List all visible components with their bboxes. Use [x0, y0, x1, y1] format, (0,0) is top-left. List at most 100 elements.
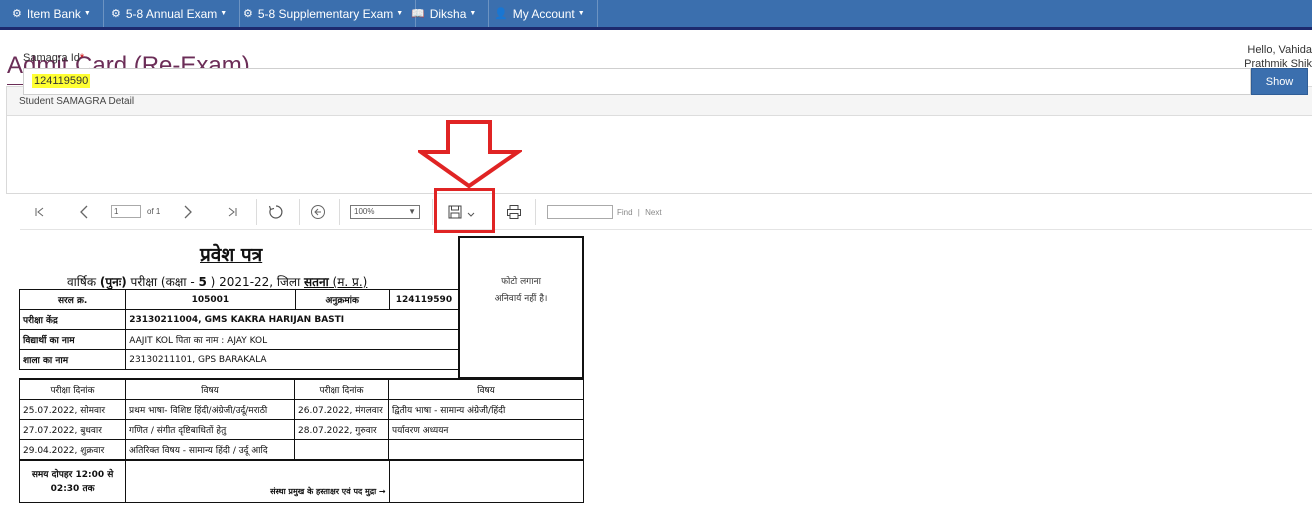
- zoom-select[interactable]: 100% ▼: [350, 205, 420, 219]
- toolbar-separator: [432, 199, 433, 225]
- page-number-input[interactable]: 1: [111, 205, 141, 218]
- exam-date: [294, 438, 389, 460]
- samagra-panel: Student SAMAGRA Detail: [6, 86, 1312, 194]
- hello-text: Hello, Vahida: [1247, 44, 1312, 56]
- table-row: परीक्षा दिनांक विषय परीक्षा दिनांक विषय: [19, 378, 584, 400]
- table-row: 25.07.2022, सोमवार प्रथम भाषा- विशिष्ट ह…: [19, 398, 584, 420]
- print-button[interactable]: [503, 194, 525, 230]
- samagra-id-value: 124119590: [32, 74, 91, 88]
- last-page-icon: [228, 207, 237, 217]
- toolbar-separator: [339, 199, 340, 225]
- subtitle-part: (म. प्र.): [328, 275, 368, 289]
- date-header: परीक्षा दिनांक: [294, 378, 389, 400]
- previous-page-button[interactable]: [74, 194, 94, 230]
- gear-icon: ⚙: [111, 8, 121, 20]
- find-separator: |: [637, 208, 640, 217]
- nav-item-my-account[interactable]: 👤 My Account ▼: [482, 0, 598, 27]
- nav-item-label: Diksha: [429, 6, 467, 21]
- toolbar-separator: [256, 199, 257, 225]
- date-header: परीक्षा दिनांक: [19, 378, 126, 400]
- gear-icon: ⚙: [12, 8, 22, 20]
- subject-header: विषय: [125, 378, 295, 400]
- find-controls: Find | Next: [617, 208, 662, 217]
- exam-subject: पर्यावरण अध्ययन: [388, 418, 584, 440]
- find-input[interactable]: [547, 205, 613, 219]
- subtitle-part: ) 2021-22, जिला: [206, 275, 304, 289]
- exam-date: 27.07.2022, बुधवार: [19, 418, 126, 440]
- toolbar-separator: [535, 199, 536, 225]
- nav-item-label: 5-8 Supplementary Exam: [257, 6, 394, 21]
- samagra-id-label-text: Samagra Id: [23, 52, 80, 64]
- table-row: विद्यार्थी का नाम AAJIT KOL पिता का नाम …: [18, 329, 459, 350]
- caret-down-icon: ▼: [469, 10, 477, 17]
- admit-card-details: सरल क्र. 105001 अनुक्रमांक 124119590 परी…: [18, 289, 460, 370]
- nav-item-label: 5-8 Annual Exam: [125, 6, 218, 21]
- school-value: 23130211101, GPS BARAKALA: [125, 349, 459, 370]
- nav-item-diksha[interactable]: 📖 Diksha ▼: [399, 0, 490, 27]
- next-page-button[interactable]: [178, 194, 198, 230]
- exam-footer-table: समय दोपहर 12:00 से 02:30 तक संस्था प्रमु…: [18, 460, 585, 503]
- student-label: विद्यार्थी का नाम: [18, 329, 127, 350]
- caret-down-icon: ▼: [408, 207, 416, 216]
- exam-subject: [388, 438, 584, 460]
- show-button[interactable]: Show: [1251, 68, 1308, 95]
- student-value: AAJIT KOL पिता का नाम : AJAY KOL: [125, 329, 459, 350]
- next-link[interactable]: Next: [645, 208, 661, 217]
- user-icon: 👤: [494, 8, 508, 20]
- table-row: 27.07.2022, बुधवार गणित / संगीत दृष्टिबा…: [19, 418, 584, 440]
- print-icon: [507, 205, 521, 219]
- back-button[interactable]: [307, 194, 329, 230]
- subtitle-part: 5: [198, 275, 207, 289]
- refresh-button[interactable]: [265, 194, 287, 230]
- page-count-text: of 1: [147, 207, 161, 216]
- subtitle-part: परीक्षा (कक्षा -: [126, 275, 199, 289]
- back-circle-icon: [311, 205, 325, 219]
- refresh-icon: [268, 205, 283, 219]
- table-row: शाला का नाम 23130211101, GPS BARAKALA: [18, 349, 459, 370]
- exam-schedule-table: परीक्षा दिनांक विषय परीक्षा दिनांक विषय …: [19, 378, 584, 460]
- nav-item-supplementary-exam[interactable]: ⚙ 5-8 Supplementary Exam ▼: [231, 0, 417, 27]
- exam-time: समय दोपहर 12:00 से 02:30 तक: [18, 460, 127, 503]
- signature-label: संस्था प्रमुख के हस्ताक्षर एवं पद मुद्रा…: [125, 460, 390, 503]
- user-greeting: Hello, Vahida Prathmik Shik: [1244, 43, 1312, 71]
- chevron-right-icon: [184, 205, 192, 219]
- serial-label: सरल क्र.: [18, 289, 127, 310]
- photo-box: फोटो लगाना अनिवार्य नहीं है।: [458, 236, 584, 379]
- top-navbar: ⚙ Item Bank ▼ ⚙ 5-8 Annual Exam ▼ ⚙ 5-8 …: [0, 0, 1312, 30]
- photo-note-line: अनिवार्य नहीं है।: [494, 294, 548, 304]
- red-arrow-annotation: [418, 120, 522, 189]
- exam-subject: प्रथम भाषा- विशिष्ट हिंदी/अंग्रेजी/उर्दू…: [125, 398, 295, 420]
- samagra-id-input[interactable]: 124119590: [23, 68, 1251, 95]
- serial-value: 105001: [125, 289, 296, 310]
- subject-header: विषय: [388, 378, 584, 400]
- admit-card-title: प्रवेश पत्र: [200, 244, 263, 266]
- first-page-icon: [35, 207, 44, 217]
- caret-down-icon: ▼: [83, 10, 91, 17]
- photo-note-line: फोटो लगाना: [501, 277, 541, 287]
- signature-space: [388, 460, 585, 503]
- find-link[interactable]: Find: [617, 208, 633, 217]
- exam-date: 26.07.2022, मंगलवार: [294, 398, 389, 420]
- zoom-value: 100%: [354, 207, 375, 216]
- roll-label: अनुक्रमांक: [294, 289, 390, 310]
- first-page-button[interactable]: [30, 194, 50, 230]
- last-page-button[interactable]: [222, 194, 242, 230]
- nav-item-annual-exam[interactable]: ⚙ 5-8 Annual Exam ▼: [99, 0, 241, 27]
- exam-date: 28.07.2022, गुरुवार: [294, 418, 389, 440]
- required-mark: *: [79, 52, 85, 64]
- exam-subject: अतिरिक्त विषय - सामान्य हिंदी / उर्दू आद…: [125, 438, 295, 460]
- caret-down-icon: ▼: [220, 10, 228, 17]
- chevron-left-icon: [80, 205, 88, 219]
- admit-card-subtitle: वार्षिक (पुनः) परीक्षा (कक्षा - 5 ) 2021…: [67, 273, 367, 290]
- table-row: 29.04.2022, शुक्रवार अतिरिक्त विषय - साम…: [19, 438, 584, 460]
- toolbar-separator: [299, 199, 300, 225]
- exam-subject: द्वितीय भाषा - सामान्य अंग्रेजी/हिंदी: [388, 398, 584, 420]
- roll-value: 124119590: [388, 289, 460, 310]
- centre-label: परीक्षा केंद्र: [18, 309, 127, 330]
- red-highlight-box: [434, 188, 495, 233]
- centre-value: 23130211004, GMS KAKRA HARIJAN BASTI: [125, 309, 459, 330]
- caret-down-icon: ▼: [577, 10, 585, 17]
- table-row: परीक्षा केंद्र 23130211004, GMS KAKRA HA…: [18, 309, 459, 330]
- book-icon: 📖: [411, 8, 425, 20]
- nav-item-bank[interactable]: ⚙ Item Bank ▼: [0, 0, 104, 27]
